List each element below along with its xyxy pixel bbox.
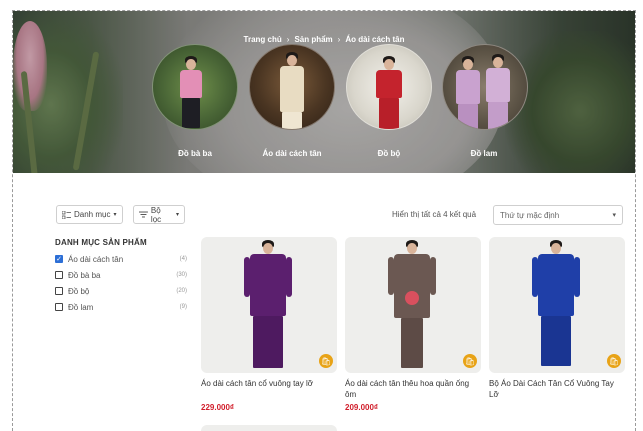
sidebar-item-do-bo[interactable]: Đồ bộ (20) (55, 285, 187, 297)
sidebar-title: DANH MỤC SẢN PHẨM (55, 238, 147, 247)
cart-icon[interactable]: 🛍 (463, 354, 477, 368)
sidebar-item-do-ba-ba[interactable]: Đồ bà ba (30) (55, 269, 187, 281)
category-label-do-bo[interactable]: Đồ bộ (339, 149, 439, 158)
category-image-ao-dai-cach-tan[interactable] (249, 44, 335, 130)
category-label-do-lam[interactable]: Đồ lam (434, 149, 534, 158)
filter-button[interactable]: Bộ lọc ▾ (133, 205, 185, 224)
sidebar-item-label: Đồ bà ba (68, 270, 101, 280)
breadcrumb-products[interactable]: Sản phẩm (294, 35, 332, 44)
product-image[interactable]: 🛍 (345, 237, 481, 373)
sidebar-item-count: (9) (179, 304, 187, 310)
result-count: Hiển thị tất cả 4 kết quả (392, 210, 477, 219)
cart-icon[interactable]: 🛍 (319, 354, 333, 368)
chevron-down-icon: ▾ (175, 212, 179, 218)
product-name[interactable]: Áo dài cách tân cổ vuông tay lỡ (201, 378, 337, 400)
breadcrumb-current: Áo dài cách tân (345, 35, 405, 44)
category-image-do-bo[interactable] (346, 44, 432, 130)
category-image-do-lam[interactable] (442, 44, 528, 130)
sort-select[interactable]: Thứ tự mặc định ▾ (493, 205, 623, 225)
checkbox[interactable] (55, 271, 63, 279)
sidebar-item-count: (4) (179, 256, 187, 262)
chevron-down-icon: ▾ (113, 212, 117, 218)
categories-toggle-button[interactable]: Danh mục ▾ (56, 205, 123, 224)
sidebar-item-do-lam[interactable]: Đồ lam (9) (55, 301, 187, 313)
product-image[interactable]: 🛍 (201, 237, 337, 373)
breadcrumb-separator-icon: › (337, 35, 341, 44)
category-label-do-ba-ba[interactable]: Đồ bà ba (145, 149, 245, 158)
sidebar-item-label: Đồ lam (68, 302, 94, 312)
sidebar-item-count: (20) (176, 288, 187, 294)
categories-toggle-label: Danh mục (74, 210, 111, 219)
checkbox[interactable] (55, 303, 63, 311)
product-card[interactable]: 🛍 Áo dài cách tân cổ vuông tay lỡ 229.00… (201, 237, 337, 412)
grid-icon (62, 210, 71, 219)
product-card[interactable]: 🛍 Áo dài cách tân thêu hoa quần ống ôm 2… (345, 237, 481, 412)
checkbox[interactable] (55, 287, 63, 295)
category-label-ao-dai-cach-tan[interactable]: Áo dài cách tân (242, 149, 342, 158)
filter-icon (139, 211, 148, 218)
sidebar-item-count: (30) (176, 272, 187, 278)
product-card-partial (201, 425, 337, 431)
sidebar-item-label: Áo dài cách tân (68, 254, 124, 264)
chevron-down-icon: ▾ (612, 212, 616, 219)
cart-icon[interactable]: 🛍 (607, 354, 621, 368)
category-image-do-ba-ba[interactable] (152, 44, 238, 130)
breadcrumb-home[interactable]: Trang chủ (244, 35, 282, 44)
hero-banner: Trang chủ › Sản phẩm › Áo dài cách tân Đồ bà… (13, 11, 635, 173)
product-price: 229.000₫ (201, 403, 235, 412)
checkbox-checked[interactable]: ✓ (55, 255, 63, 263)
product-card[interactable]: 🛍 Bộ Áo Dài Cách Tân Cổ Vuông Tay Lỡ (489, 237, 625, 400)
product-image[interactable]: 🛍 (489, 237, 625, 373)
sidebar-item-label: Đồ bộ (68, 286, 90, 296)
breadcrumb-separator-icon: › (286, 35, 290, 44)
product-name[interactable]: Áo dài cách tân thêu hoa quần ống ôm (345, 378, 481, 400)
breadcrumb: Trang chủ › Sản phẩm › Áo dài cách tân (13, 35, 635, 44)
product-price: 209.000₫ (345, 403, 379, 412)
filter-label: Bộ lọc (150, 205, 162, 224)
sort-select-value: Thứ tự mặc định (500, 210, 560, 220)
sidebar-item-ao-dai-cach-tan[interactable]: ✓ Áo dài cách tân (4) (55, 253, 187, 265)
product-name[interactable]: Bộ Áo Dài Cách Tân Cổ Vuông Tay Lỡ (489, 378, 625, 400)
